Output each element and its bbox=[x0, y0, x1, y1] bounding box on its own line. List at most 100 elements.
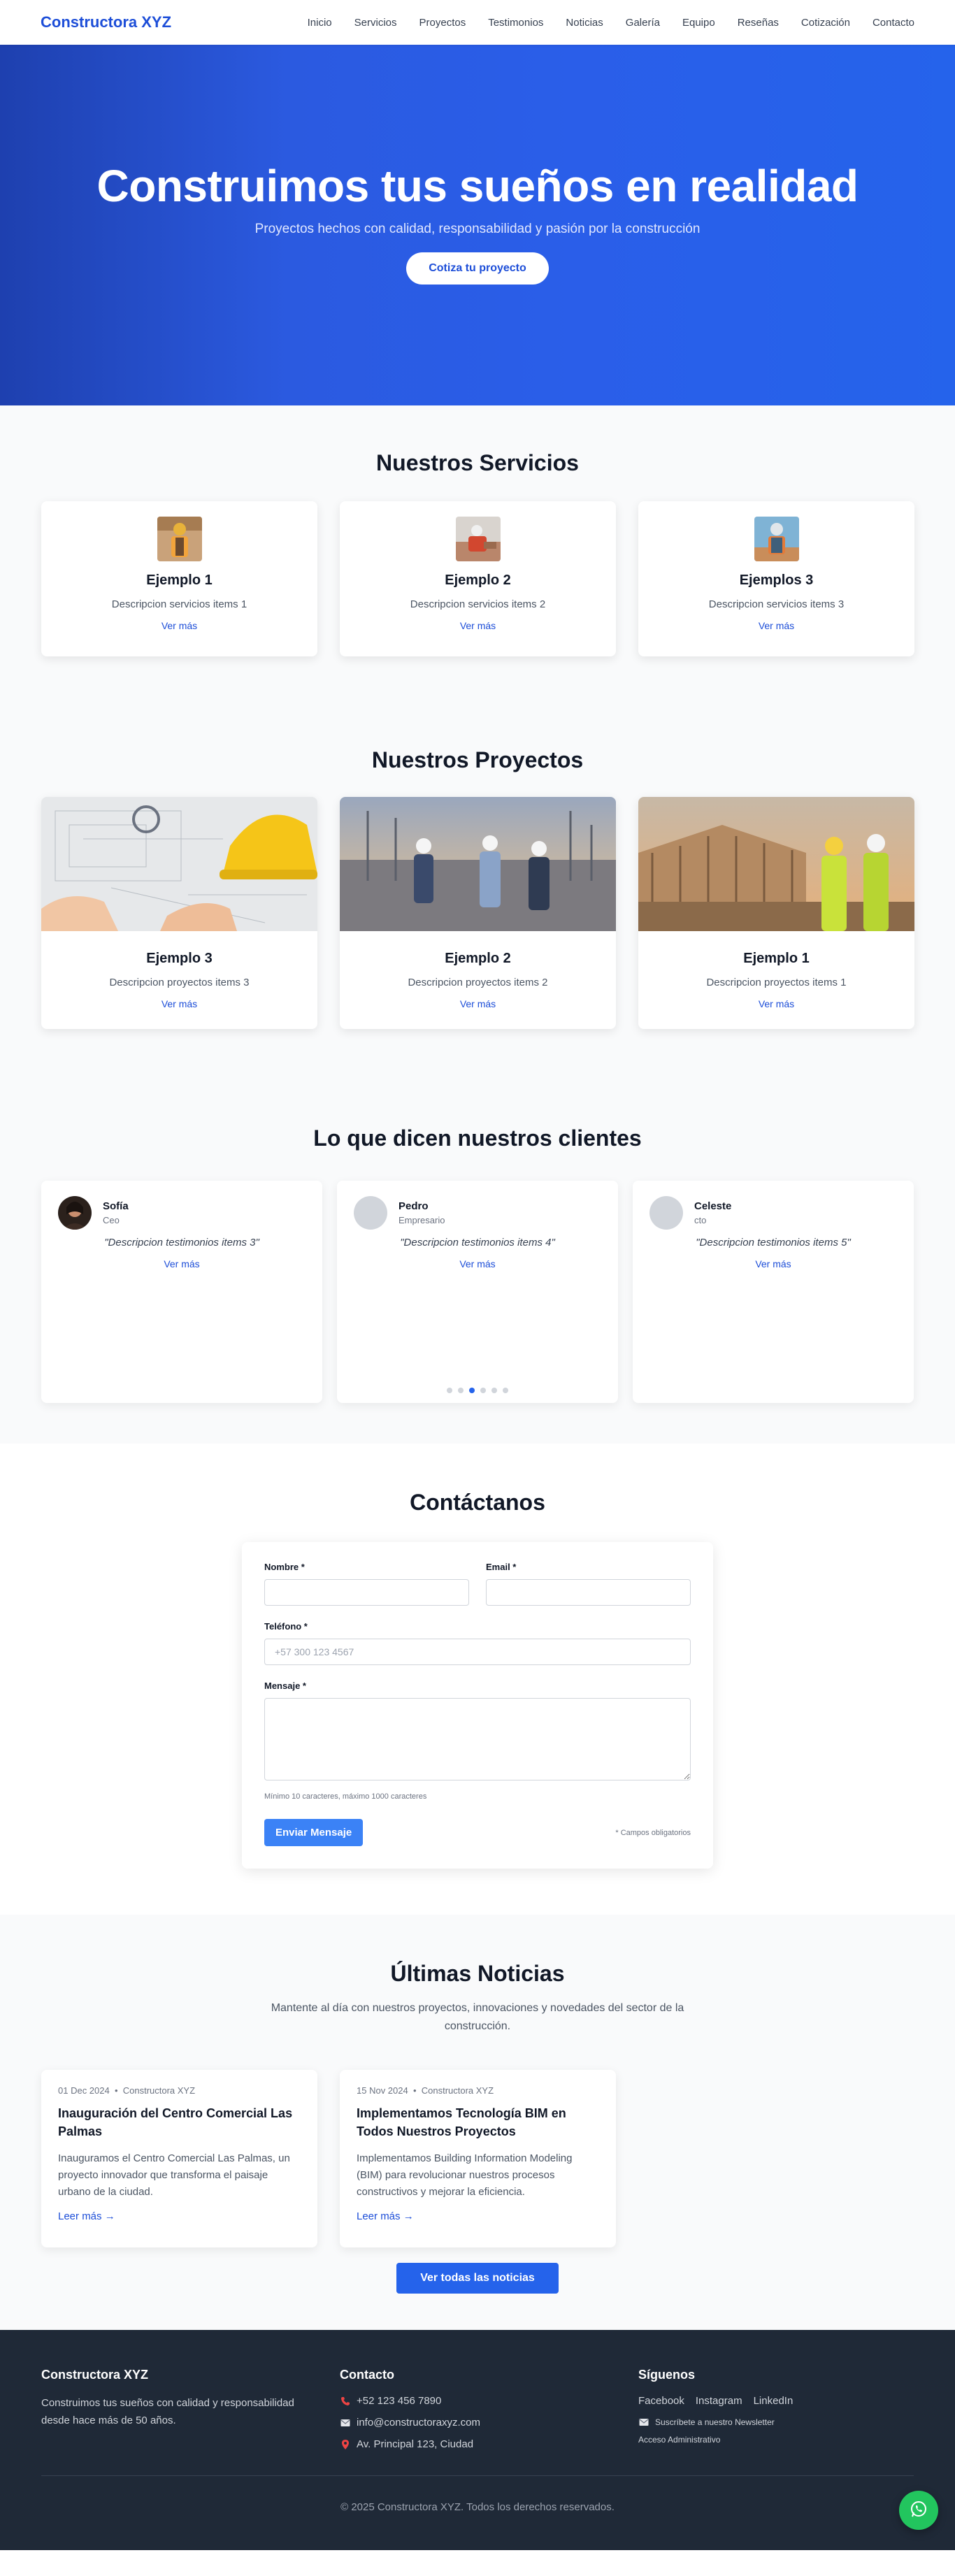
news-date: 01 Dec 2024 bbox=[58, 2085, 110, 2096]
projects-title: Nuestros Proyectos bbox=[371, 747, 584, 772]
testimonial-name: Celeste bbox=[694, 1200, 732, 1212]
news-source: Constructora XYZ bbox=[421, 2085, 494, 2096]
nav-link-equipo[interactable]: Equipo bbox=[671, 17, 726, 29]
news-date: 15 Nov 2024 bbox=[357, 2085, 408, 2096]
nav-link-cotizacion[interactable]: Cotización bbox=[790, 17, 861, 29]
nav-link-testimonios[interactable]: Testimonios bbox=[477, 17, 554, 29]
service-desc: Descripcion servicios items 1 bbox=[111, 598, 247, 610]
testimonial-role: Ceo bbox=[103, 1215, 120, 1225]
footer-about: Construimos tus sueños con calidad y res… bbox=[41, 2397, 294, 2426]
newsletter-link[interactable]: Suscríbete a nuestro Newsletter bbox=[638, 2417, 914, 2428]
service-more-link[interactable]: Ver más bbox=[161, 620, 197, 631]
testimonial-role: Empresario bbox=[398, 1215, 445, 1225]
news-subtitle: Mantente al día con nuestros proyectos, … bbox=[271, 2002, 684, 2032]
linkedin-link[interactable]: LinkedIn bbox=[754, 2395, 794, 2407]
service-more-link[interactable]: Ver más bbox=[460, 620, 496, 631]
email-field[interactable] bbox=[486, 1579, 691, 1606]
news-excerpt: Inauguramos el Centro Comercial Las Palm… bbox=[58, 2152, 290, 2199]
brand-logo[interactable]: Constructora XYZ bbox=[41, 13, 171, 31]
testimonial-card: Sofía Ceo "Descripcion testimonios items… bbox=[41, 1181, 322, 1403]
engineers-site-image bbox=[340, 797, 616, 931]
name-label: Nombre * bbox=[264, 1562, 305, 1572]
services-title: Nuestros Servicios bbox=[376, 450, 579, 475]
contact-section: Contáctanos Nombre * Email * Teléfono * … bbox=[0, 1444, 955, 1915]
footer-brand: Constructora XYZ bbox=[41, 2368, 149, 2382]
hero-title: Construimos tus sueños en realidad bbox=[96, 161, 859, 211]
avatar bbox=[649, 1196, 683, 1230]
news-headline[interactable]: Inauguración del Centro Comercial Las Pa… bbox=[58, 2104, 301, 2140]
whatsapp-button[interactable] bbox=[899, 2491, 938, 2531]
projects-section: Nuestros Proyectos Ejemplo 3 Descripcion… bbox=[0, 705, 955, 1089]
nav-link-noticias[interactable]: Noticias bbox=[554, 17, 614, 29]
service-more-link[interactable]: Ver más bbox=[759, 620, 794, 631]
footer-email-text[interactable]: info@constructoraxyz.com bbox=[357, 2417, 480, 2429]
footer-divider bbox=[41, 2475, 914, 2477]
contact-form: Nombre * Email * Teléfono * Mensaje * Mí… bbox=[242, 1542, 713, 1869]
social-links: Facebook Instagram LinkedIn bbox=[638, 2395, 914, 2407]
project-title: Ejemplo 2 bbox=[445, 951, 511, 966]
nav-link-inicio[interactable]: Inicio bbox=[296, 17, 343, 29]
footer-follow-title: Síguenos bbox=[638, 2368, 696, 2382]
news-headline[interactable]: Implementamos Tecnología BIM en Todos Nu… bbox=[357, 2104, 599, 2140]
all-news-button[interactable]: Ver todas las noticias bbox=[396, 2263, 559, 2294]
email-label: Email * bbox=[486, 1562, 517, 1572]
project-desc: Descripcion proyectos items 2 bbox=[408, 977, 548, 988]
instagram-link[interactable]: Instagram bbox=[696, 2395, 742, 2407]
message-field[interactable] bbox=[264, 1698, 691, 1780]
read-more-link[interactable]: Leer más → bbox=[357, 2210, 599, 2222]
testimonial-quote: "Descripcion testimonios items 5" bbox=[696, 1237, 851, 1249]
facebook-link[interactable]: Facebook bbox=[638, 2395, 684, 2407]
blueprint-helmet-image bbox=[41, 797, 317, 931]
carousel-dot[interactable] bbox=[503, 1388, 508, 1393]
news-section: Últimas Noticias Mantente al día con nue… bbox=[0, 1915, 955, 2331]
testimonial-name: Sofía bbox=[103, 1200, 129, 1212]
phone-field[interactable] bbox=[264, 1639, 691, 1665]
project-more-link[interactable]: Ver más bbox=[161, 998, 197, 1009]
project-desc: Descripcion proyectos items 1 bbox=[706, 977, 847, 988]
testimonial-more-link[interactable]: Ver más bbox=[354, 1258, 601, 1269]
send-message-button[interactable]: Enviar Mensaje bbox=[264, 1819, 364, 1846]
news-source: Constructora XYZ bbox=[122, 2085, 196, 2096]
read-more-link[interactable]: Leer más → bbox=[58, 2210, 301, 2222]
nav-link-resenas[interactable]: Reseñas bbox=[726, 17, 790, 29]
service-title: Ejemplo 1 bbox=[146, 573, 213, 588]
whatsapp-icon bbox=[910, 2500, 928, 2521]
quote-cta-button[interactable]: Cotiza tu proyecto bbox=[406, 252, 549, 285]
newsletter-text: Suscríbete a nuestro Newsletter bbox=[655, 2417, 775, 2428]
project-more-link[interactable]: Ver más bbox=[759, 998, 794, 1009]
testimonial-name: Pedro bbox=[398, 1200, 429, 1212]
email-icon bbox=[340, 2417, 351, 2429]
house-construction-image bbox=[638, 797, 914, 931]
nav-link-proyectos[interactable]: Proyectos bbox=[408, 17, 478, 29]
name-field[interactable] bbox=[264, 1579, 469, 1606]
avatar bbox=[58, 1196, 92, 1230]
nav-link-galeria[interactable]: Galería bbox=[615, 17, 671, 29]
phone-icon bbox=[340, 2396, 351, 2407]
location-pin-icon bbox=[340, 2439, 351, 2450]
footer-phone-text: +52 123 456 7890 bbox=[357, 2395, 442, 2408]
builder-image bbox=[455, 517, 501, 561]
admin-access-link[interactable]: Acceso Administrativo bbox=[638, 2435, 914, 2445]
service-title: Ejemplo 2 bbox=[445, 573, 511, 588]
news-meta: 15 Nov 2024 • Constructora XYZ bbox=[357, 2085, 494, 2096]
carousel-dot[interactable] bbox=[447, 1388, 452, 1393]
testimonial-more-link[interactable]: Ver más bbox=[58, 1258, 306, 1269]
footer-contact-title: Contacto bbox=[340, 2368, 394, 2382]
testimonials-title: Lo que dicen nuestros clientes bbox=[313, 1125, 642, 1151]
project-card: Ejemplo 1 Descripcion proyectos items 1 … bbox=[638, 797, 914, 1029]
message-hint: Mínimo 10 caracteres, máximo 1000 caract… bbox=[264, 1792, 427, 1801]
navbar: Constructora XYZ Inicio Servicios Proyec… bbox=[0, 0, 955, 45]
nav-link-contacto[interactable]: Contacto bbox=[861, 17, 914, 29]
project-title: Ejemplo 3 bbox=[146, 951, 213, 966]
carousel-dot[interactable] bbox=[469, 1388, 475, 1393]
testimonial-more-link[interactable]: Ver más bbox=[649, 1258, 897, 1269]
service-desc: Descripcion servicios items 2 bbox=[410, 598, 546, 610]
carousel-dot[interactable] bbox=[491, 1388, 497, 1393]
project-more-link[interactable]: Ver más bbox=[460, 998, 496, 1009]
carousel-dot[interactable] bbox=[480, 1388, 486, 1393]
nav-link-servicios[interactable]: Servicios bbox=[343, 17, 408, 29]
carousel-dot[interactable] bbox=[458, 1388, 464, 1393]
phone-label: Teléfono * bbox=[264, 1621, 308, 1632]
testimonial-quote: "Descripcion testimonios items 4" bbox=[400, 1237, 555, 1249]
service-card: Ejemplo 1 Descripcion servicios items 1 … bbox=[41, 501, 317, 656]
